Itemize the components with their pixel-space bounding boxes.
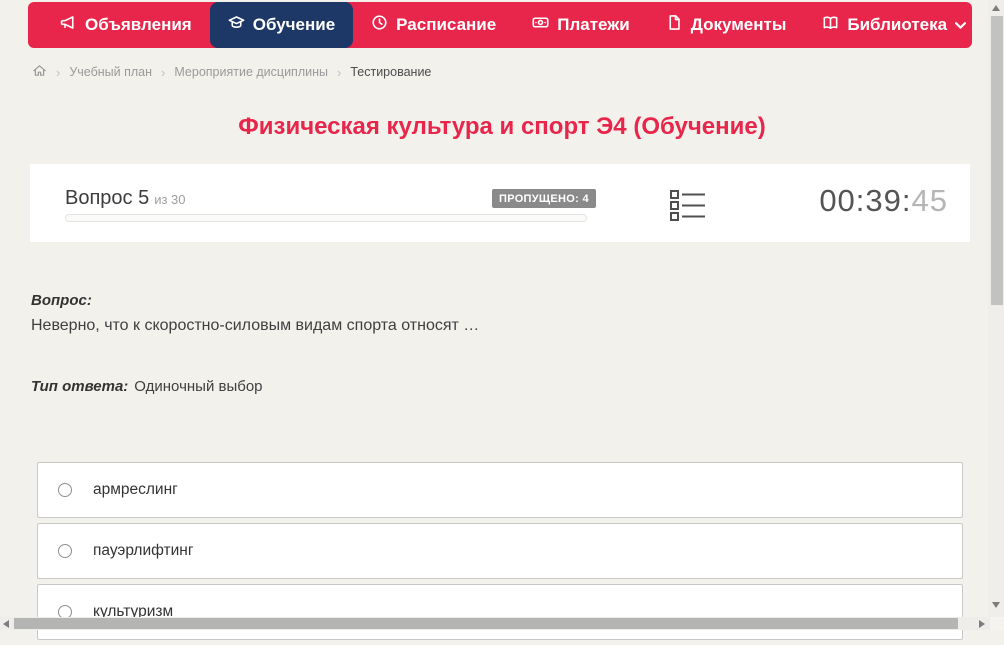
horizontal-scrollbar-thumb[interactable] [14,618,958,629]
scroll-up-arrow[interactable] [992,5,1000,11]
question-total-label: из 30 [154,192,186,207]
clock-icon [371,14,388,36]
answer-type-label: Тип ответа: [31,378,129,395]
payment-icon [532,14,549,36]
option-label: пауэрлифтинг [93,542,194,559]
document-icon [666,14,683,36]
radio-button[interactable] [58,483,72,497]
breadcrumb-discipline-event[interactable]: Мероприятие дисциплины [174,65,328,79]
nav-item-announcements[interactable]: Объявления [42,2,210,48]
scrollbar-corner [990,617,1004,630]
main-navbar: Объявления Обучение Расписание Платежи Д… [28,2,972,48]
scroll-right-arrow[interactable] [979,620,985,628]
megaphone-icon [60,14,77,36]
vertical-scrollbar[interactable] [988,0,1004,617]
nav-item-label: Платежи [557,15,630,34]
nav-item-label: Обучение [252,15,336,34]
nav-item-schedule[interactable]: Расписание [353,2,514,48]
radio-button[interactable] [58,544,72,558]
breadcrumb-testing-current: Тестирование [350,65,432,79]
vertical-scrollbar-thumb[interactable] [991,16,1003,305]
scroll-down-arrow[interactable] [992,602,1000,608]
answer-option-bodybuilding[interactable]: культуризм [37,584,963,640]
option-label: армреслинг [93,481,178,498]
question-prompt-text: Неверно, что к скоростно-силовым видам с… [31,317,480,334]
nav-item-learning[interactable]: Обучение [209,2,354,48]
question-number: Вопрос 5 из 30 [65,187,186,210]
nav-item-library[interactable]: Библиотека [804,2,984,48]
question-header-card: Вопрос 5 из 30 ПРОПУЩЕНО: 4 00:39:45 [30,164,970,242]
nav-item-label: Объявления [85,15,192,34]
question-prompt-label: Вопрос: [31,292,92,309]
breadcrumb-separator: › [337,64,342,80]
skipped-badge: ПРОПУЩЕНО: 4 [492,189,596,208]
graduation-cap-icon [228,14,245,36]
progress-bar [65,214,587,222]
timer-seconds: 45 [911,183,948,218]
timer: 00:39:45 [819,183,948,219]
nav-item-label: Документы [690,15,787,34]
chevron-down-icon [955,15,967,35]
question-number-label: Вопрос 5 [65,187,150,209]
question-list-icon[interactable] [670,190,706,221]
nav-item-documents[interactable]: Документы [648,2,805,48]
breadcrumb: › Учебный план › Мероприятие дисциплины … [32,63,431,81]
scroll-left-arrow[interactable] [3,620,9,628]
book-icon [822,14,839,36]
breadcrumb-separator: › [161,64,166,80]
answer-type-value: Одиночный выбор [134,378,263,395]
answer-option-armwrestling[interactable]: армреслинг [37,462,963,518]
page-title: Физическая культура и спорт Э4 (Обучение… [238,113,766,140]
horizontal-scrollbar[interactable] [0,617,990,630]
nav-item-label: Расписание [396,15,497,34]
answer-option-powerlifting[interactable]: пауэрлифтинг [37,523,963,579]
breadcrumb-curriculum[interactable]: Учебный план [69,65,152,79]
nav-item-payments[interactable]: Платежи [514,2,648,48]
breadcrumb-separator: › [56,64,61,80]
timer-hours-minutes: 00:39: [819,183,912,218]
answer-type: Тип ответа: Одиночный выбор [31,378,263,395]
nav-item-label: Библиотека [847,15,948,34]
home-icon[interactable] [32,63,47,81]
